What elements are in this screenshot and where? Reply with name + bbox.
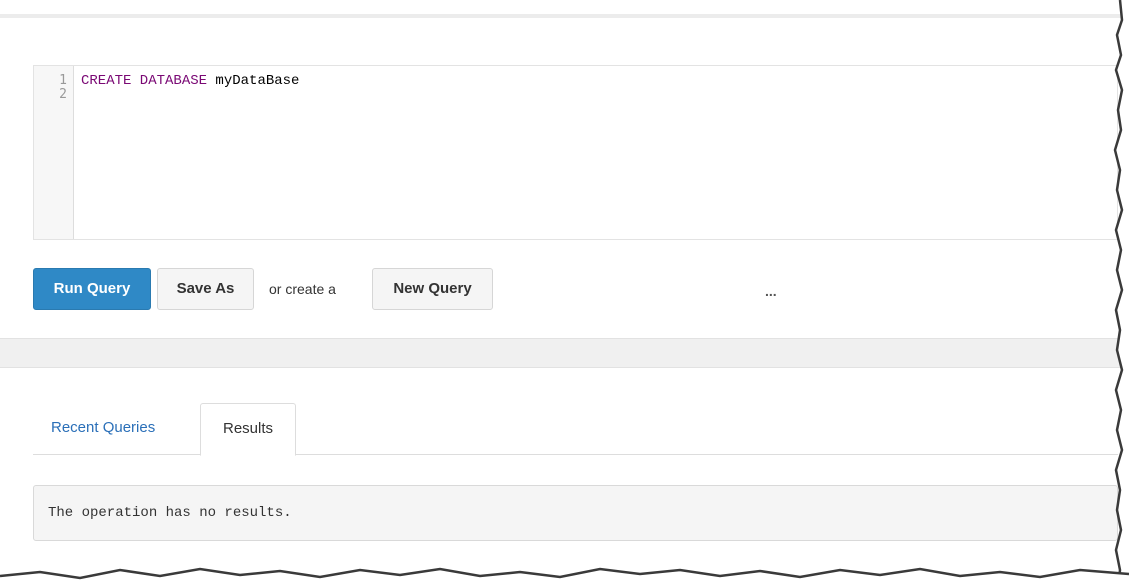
save-as-button[interactable]: Save As (157, 268, 254, 310)
code-area[interactable]: CREATE DATABASE myDataBase (81, 74, 1111, 102)
results-tabs: Recent Queries Results (33, 403, 1118, 456)
top-strip (0, 0, 1129, 18)
results-panel: The operation has no results. (33, 485, 1118, 541)
code-line[interactable] (81, 88, 1111, 102)
sql-editor[interactable]: 1 2 CREATE DATABASE myDataBase (33, 65, 1118, 240)
query-toolbar: Run Query Save As or create a New Query … (33, 268, 1118, 310)
tab-results[interactable]: Results (200, 403, 296, 456)
torn-edge-right (1113, 0, 1129, 588)
resize-divider[interactable] (0, 338, 1129, 368)
code-line[interactable]: CREATE DATABASE myDataBase (81, 74, 1111, 88)
line-number-gutter: 1 2 (34, 66, 74, 239)
tab-recent-queries[interactable]: Recent Queries (33, 403, 173, 455)
more-options-button[interactable]: ... (765, 268, 777, 314)
torn-edge-bottom (0, 567, 1129, 588)
query-editor-page: 1 2 CREATE DATABASE myDataBase Run Query… (0, 0, 1129, 588)
line-number: 2 (59, 87, 67, 102)
sql-identifier: myDataBase (207, 73, 300, 89)
or-create-text: or create a (269, 281, 336, 297)
new-query-button[interactable]: New Query (372, 268, 493, 310)
line-number: 1 (59, 73, 67, 88)
results-message: The operation has no results. (48, 505, 292, 521)
run-query-button[interactable]: Run Query (33, 268, 151, 310)
sql-keyword: CREATE DATABASE (81, 73, 208, 89)
